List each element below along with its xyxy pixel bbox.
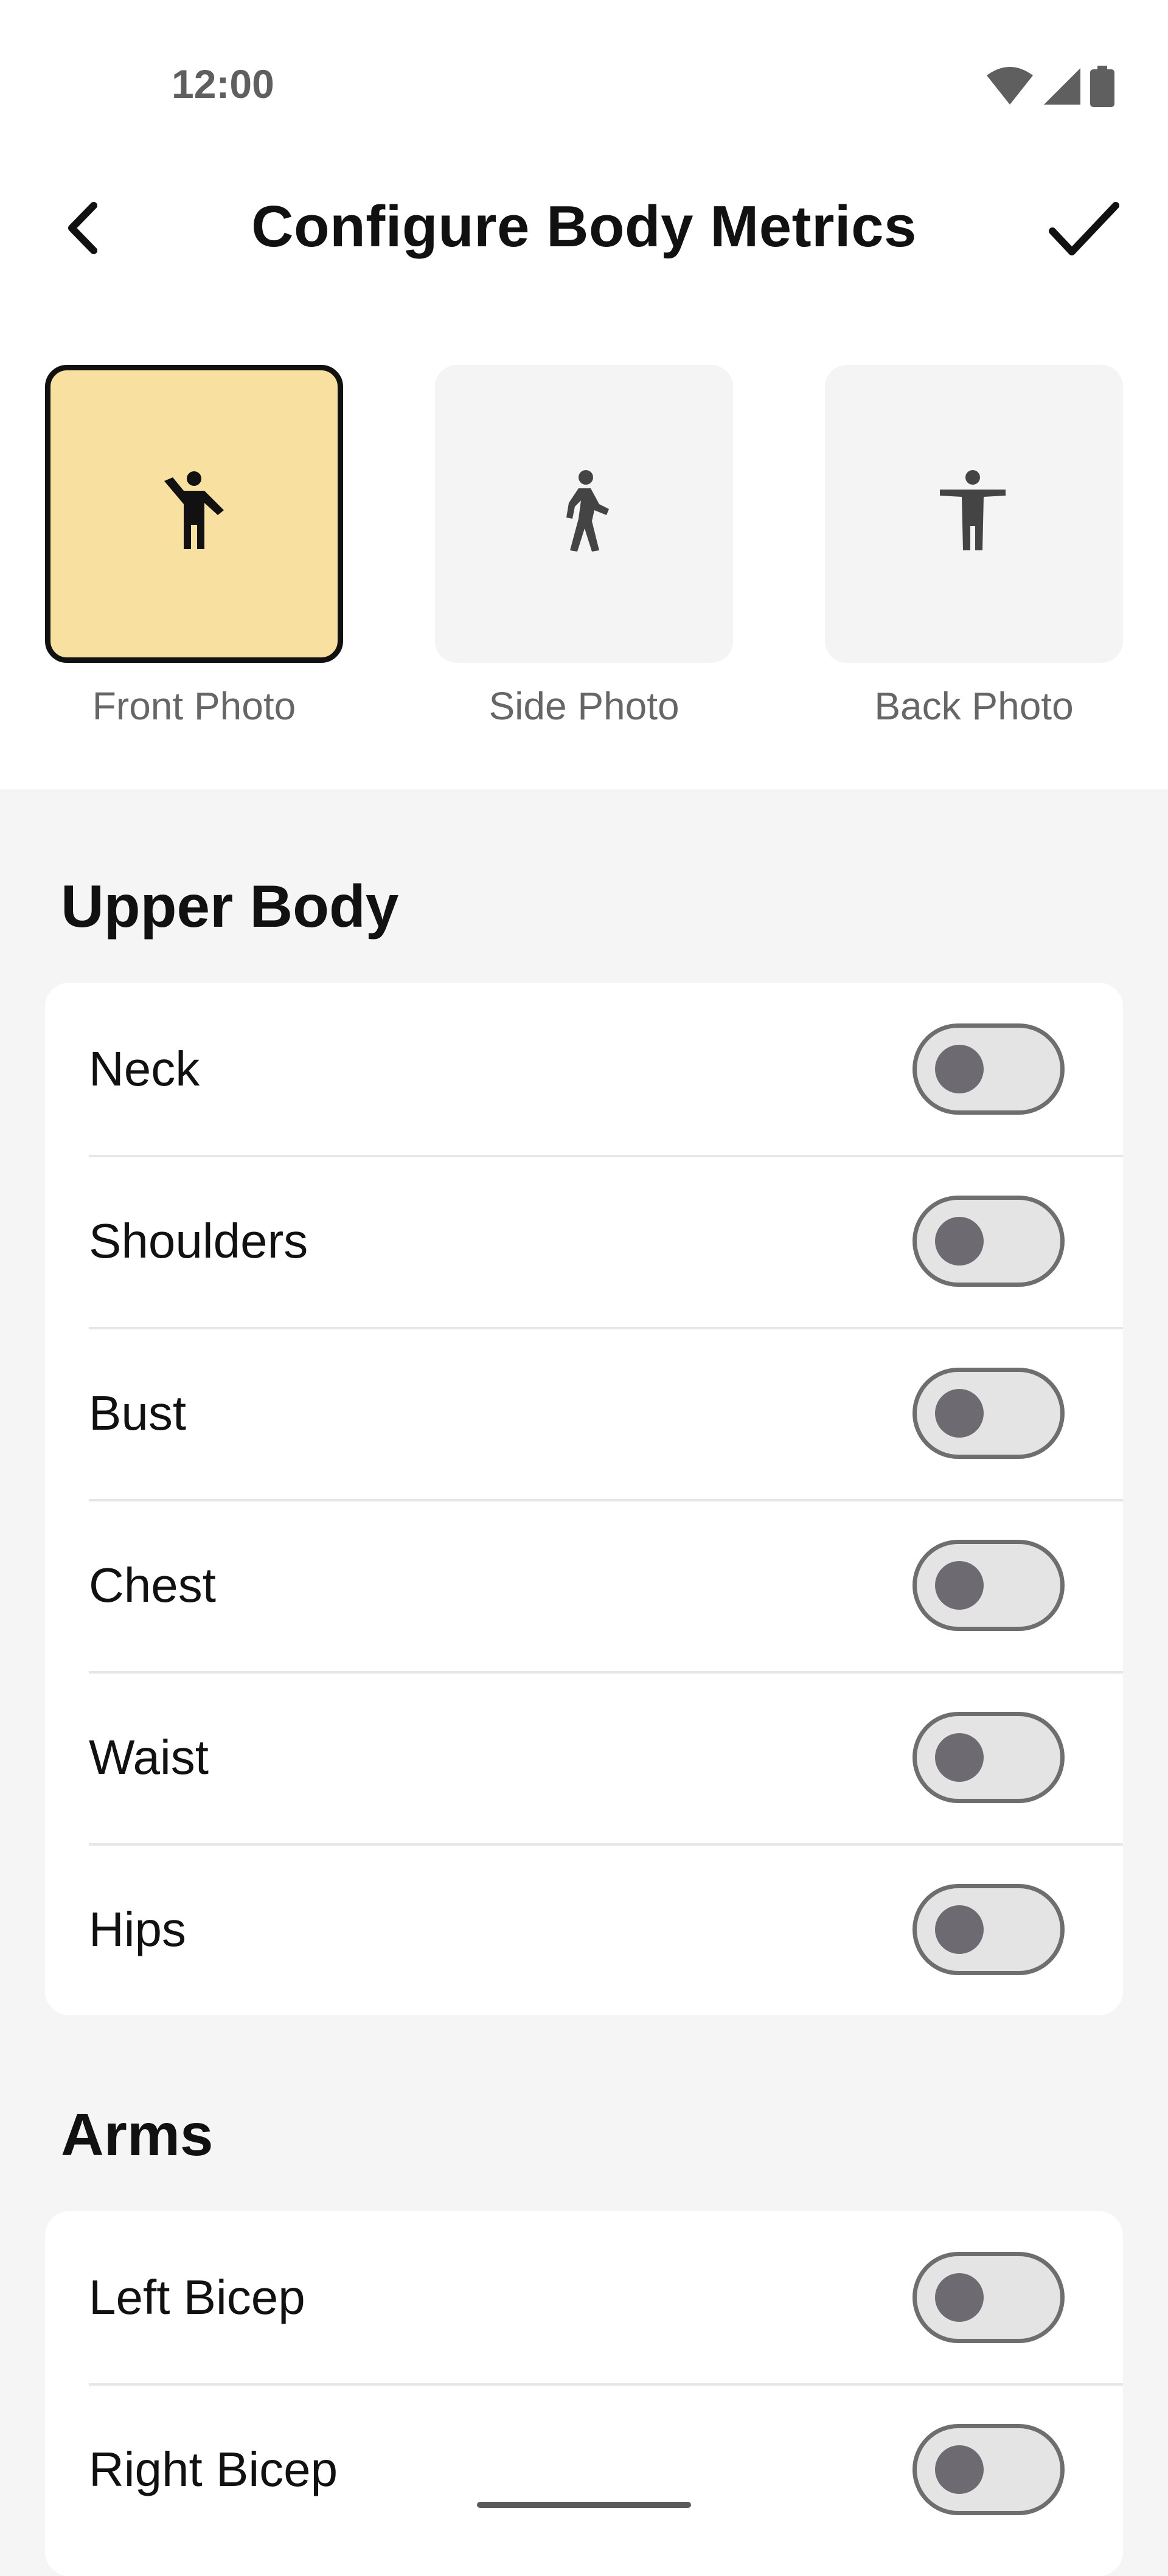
metric-row-bust[interactable]: Bust (45, 1327, 1123, 1499)
person-walking-icon (551, 469, 617, 558)
section-title-upper-body: Upper Body (61, 873, 399, 940)
confirm-button[interactable] (1041, 195, 1127, 268)
bust-toggle[interactable] (912, 1367, 1065, 1459)
front-photo-label: Front Photo (92, 684, 296, 728)
page-title: Configure Body Metrics (251, 194, 917, 259)
toggle-knob (935, 1733, 984, 1782)
metric-label: Chest (89, 1557, 216, 1612)
side-photo-tile[interactable] (435, 365, 733, 663)
toggle-knob (935, 1905, 984, 1954)
wifi-icon (985, 67, 1034, 109)
hips-toggle[interactable] (912, 1883, 1065, 1975)
status-time: 12:00 (172, 61, 274, 106)
battery-icon (1090, 66, 1114, 110)
person-arms-out-icon (937, 469, 1010, 558)
metric-row-hips[interactable]: Hips (45, 1843, 1123, 2015)
back-photo-label: Back Photo (874, 684, 1074, 728)
signal-icon (1043, 67, 1082, 109)
metric-label: Right Bicep (89, 2442, 338, 2496)
home-indicator[interactable] (477, 2502, 691, 2508)
metric-row-neck[interactable]: Neck (45, 983, 1123, 1155)
left-bicep-toggle[interactable] (912, 2251, 1065, 2343)
toggle-knob (935, 2445, 984, 2494)
metric-label: Shoulders (89, 1213, 308, 1268)
toggle-knob (935, 2273, 984, 2322)
neck-toggle[interactable] (912, 1023, 1065, 1115)
front-photo-tile[interactable] (45, 365, 343, 663)
metric-row-chest[interactable]: Chest (45, 1499, 1123, 1671)
toggle-knob (935, 1216, 984, 1265)
metric-label: Left Bicep (89, 2270, 305, 2324)
toggle-knob (935, 1044, 984, 1093)
chest-toggle[interactable] (912, 1539, 1065, 1631)
section-title-arms: Arms (61, 2101, 214, 2168)
shoulders-toggle[interactable] (912, 1195, 1065, 1287)
person-waving-icon (161, 470, 228, 558)
metric-row-left-bicep[interactable]: Left Bicep (45, 2211, 1123, 2383)
arms-card: Left Bicep Right Bicep (45, 2211, 1123, 2576)
metric-label: Hips (89, 1902, 187, 1956)
metric-label: Waist (89, 1729, 209, 1784)
checkmark-icon (1048, 199, 1121, 263)
side-photo-label: Side Photo (488, 684, 680, 728)
right-bicep-toggle[interactable] (912, 2423, 1065, 2515)
toggle-knob (935, 1560, 984, 1610)
toggle-knob (935, 1388, 984, 1438)
metric-label: Bust (89, 1385, 187, 1440)
back-photo-tile[interactable] (825, 365, 1123, 663)
metric-row-waist[interactable]: Waist (45, 1671, 1123, 1843)
metric-row-shoulders[interactable]: Shoulders (45, 1155, 1123, 1327)
waist-toggle[interactable] (912, 1711, 1065, 1803)
status-icons (985, 66, 1114, 110)
upper-body-card: Neck Shoulders Bust Chest Waist Hips (45, 983, 1123, 2015)
metric-label: Neck (89, 1041, 200, 1096)
